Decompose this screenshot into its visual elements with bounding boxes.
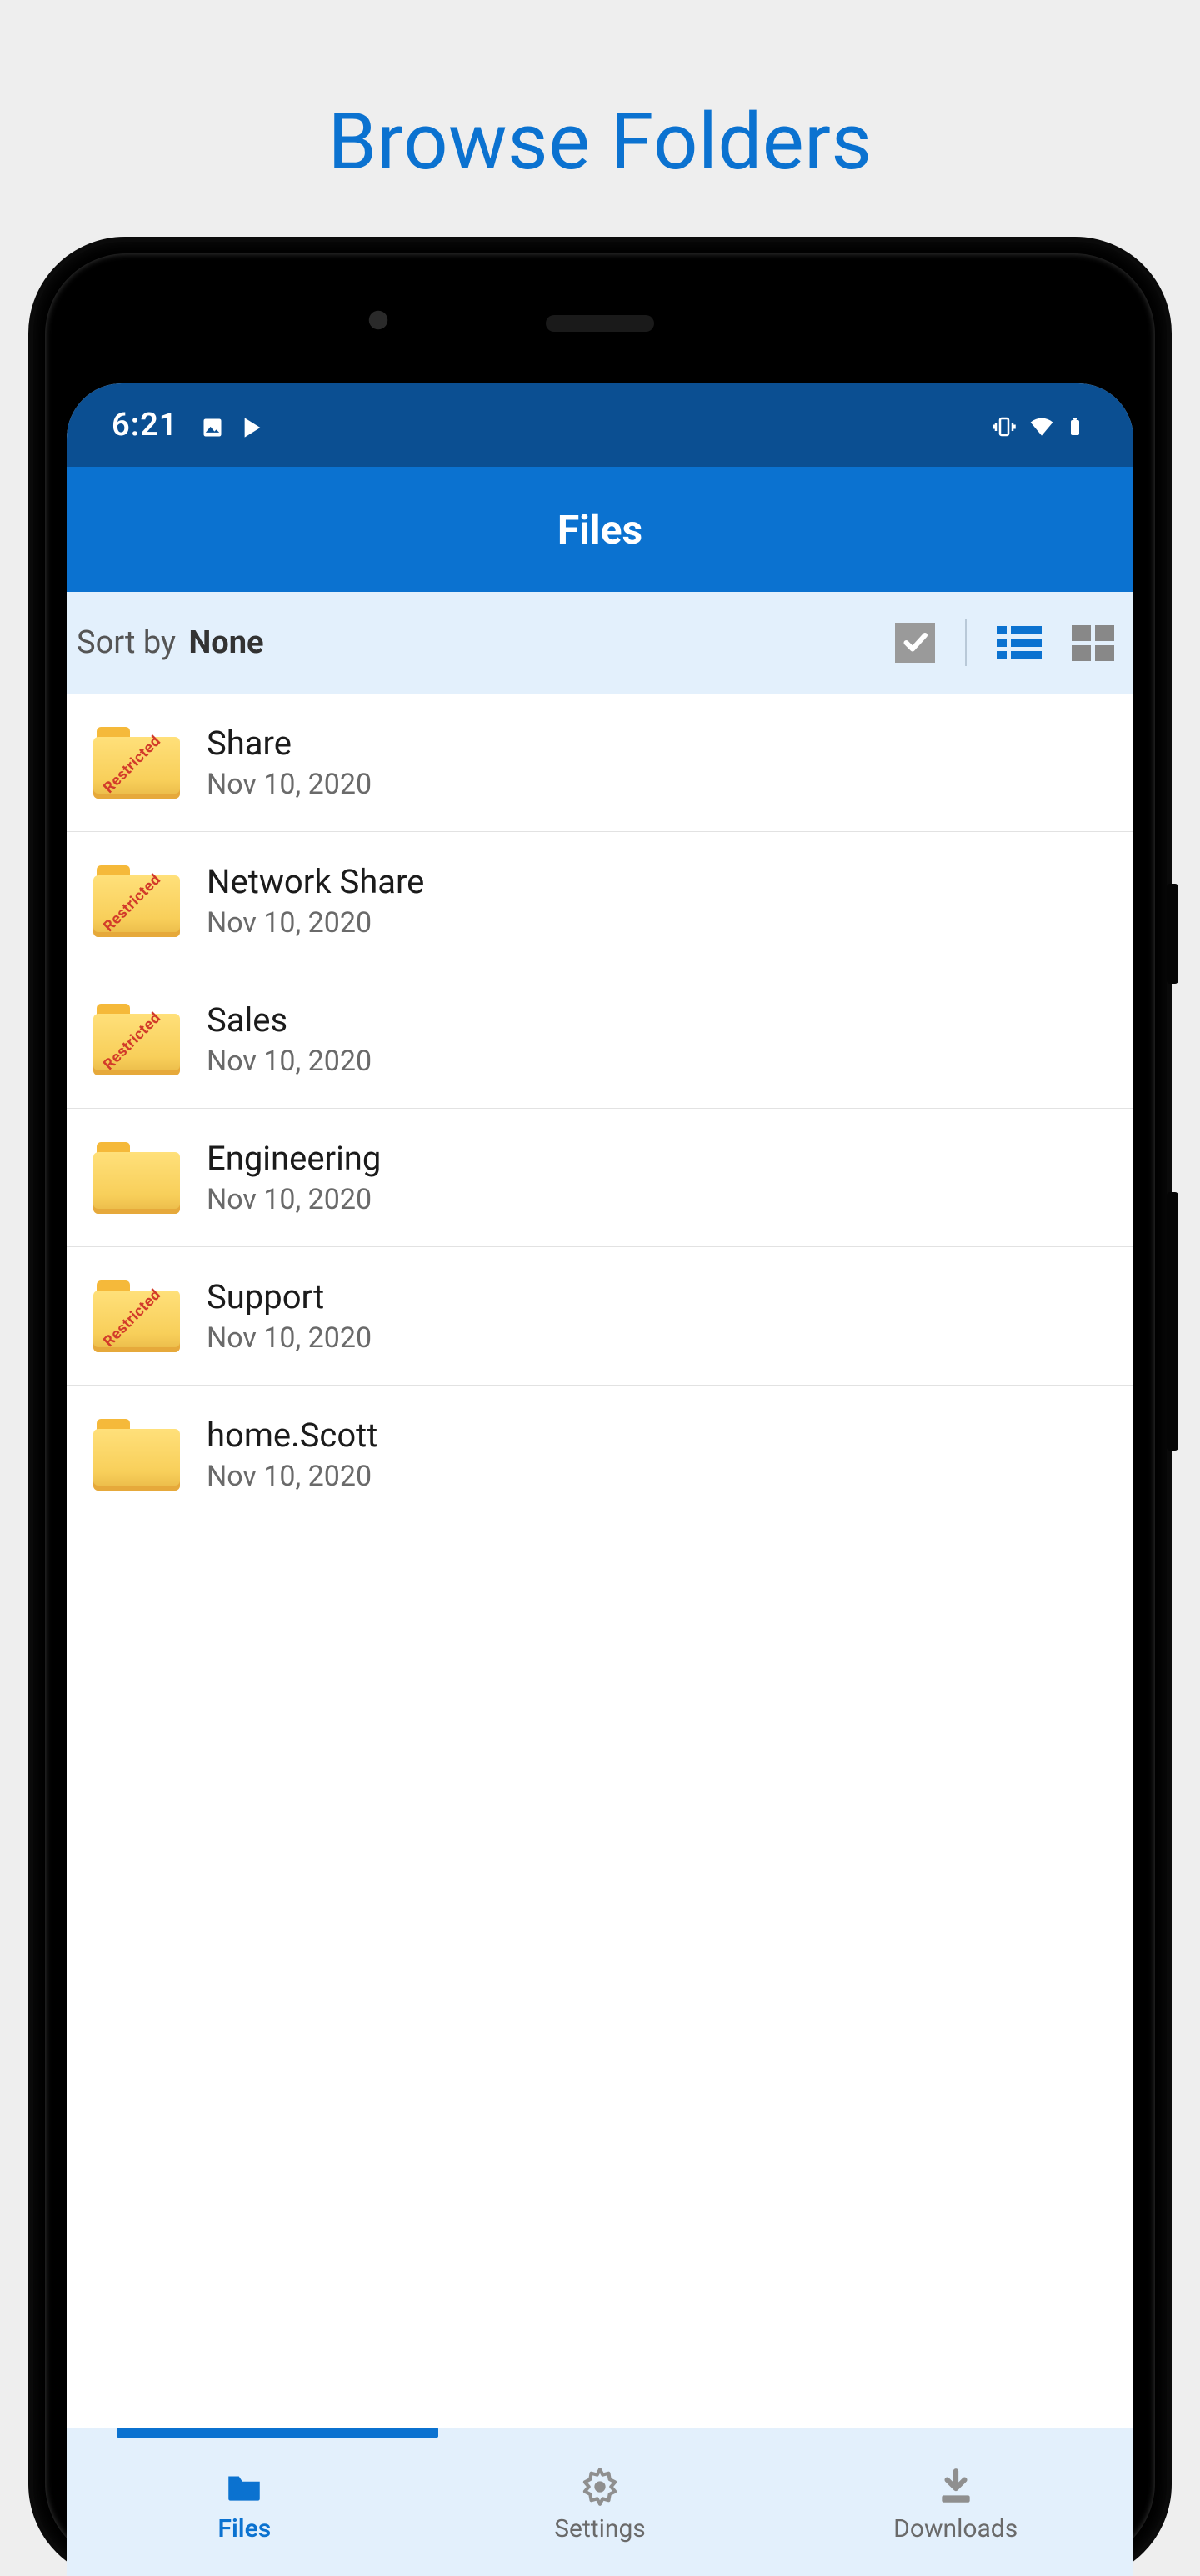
restricted-folder-icon: Restricted bbox=[93, 727, 180, 799]
phone-screen: 6:21 bbox=[67, 383, 1133, 2576]
folder-name: Network Share bbox=[207, 862, 424, 901]
folder-date: Nov 10, 2020 bbox=[207, 906, 424, 940]
phone-frame: 6:21 bbox=[33, 242, 1167, 2576]
battery-icon bbox=[1065, 413, 1088, 437]
folder-icon bbox=[221, 2466, 268, 2508]
folder-row[interactable]: Restricted Sales Nov 10, 2020 bbox=[67, 970, 1133, 1109]
folder-icon bbox=[93, 1142, 180, 1214]
tab-indicator bbox=[117, 2428, 438, 2438]
phone-side-button bbox=[1167, 884, 1178, 984]
grid-view-button[interactable] bbox=[1072, 624, 1117, 661]
bottom-tab-bar: Files Settings Downloads bbox=[67, 2428, 1133, 2576]
folder-row[interactable]: Restricted Network Share Nov 10, 2020 bbox=[67, 832, 1133, 970]
restricted-folder-icon: Restricted bbox=[93, 1280, 180, 1352]
tab-label: Settings bbox=[554, 2514, 646, 2543]
folder-row[interactable]: Restricted Share Nov 10, 2020 bbox=[67, 694, 1133, 832]
download-icon bbox=[932, 2466, 979, 2508]
sort-label: Sort by bbox=[77, 624, 183, 661]
app-bar-title: Files bbox=[558, 506, 642, 554]
status-bar: 6:21 bbox=[67, 383, 1133, 467]
status-time: 6:21 bbox=[112, 407, 178, 444]
promo-title: Browse Folders bbox=[0, 0, 1200, 188]
folder-date: Nov 10, 2020 bbox=[207, 768, 372, 801]
folder-row[interactable]: Engineering Nov 10, 2020 bbox=[67, 1109, 1133, 1247]
multiselect-toggle[interactable] bbox=[895, 623, 935, 663]
folder-list[interactable]: Restricted Share Nov 10, 2020 Restricted Net… bbox=[67, 694, 1133, 2428]
app-bar: Files bbox=[67, 467, 1133, 592]
phone-side-button bbox=[1167, 1192, 1178, 1451]
folder-row[interactable]: home.Scott Nov 10, 2020 bbox=[67, 1386, 1133, 1523]
folder-name: Sales bbox=[207, 1000, 372, 1040]
folder-name: Share bbox=[207, 724, 372, 763]
image-icon bbox=[201, 413, 224, 437]
tab-settings[interactable]: Settings bbox=[422, 2433, 778, 2576]
folder-date: Nov 10, 2020 bbox=[207, 1321, 372, 1355]
restricted-folder-icon: Restricted bbox=[93, 1004, 180, 1075]
folder-name: Support bbox=[207, 1277, 372, 1316]
folder-date: Nov 10, 2020 bbox=[207, 1045, 372, 1078]
list-view-button[interactable] bbox=[997, 624, 1042, 661]
play-store-icon bbox=[241, 413, 264, 437]
wifi-icon bbox=[1028, 413, 1052, 437]
sort-value: None bbox=[188, 624, 263, 661]
folder-date: Nov 10, 2020 bbox=[207, 1460, 378, 1493]
tab-label: Files bbox=[218, 2514, 272, 2543]
toolbar-divider bbox=[965, 619, 967, 666]
sort-button[interactable]: Sort by None bbox=[77, 624, 264, 661]
restricted-folder-icon: Restricted bbox=[93, 865, 180, 937]
folder-row[interactable]: Restricted Support Nov 10, 2020 bbox=[67, 1247, 1133, 1386]
tab-label: Downloads bbox=[893, 2514, 1018, 2543]
gear-icon bbox=[577, 2466, 623, 2508]
tab-downloads[interactable]: Downloads bbox=[778, 2433, 1133, 2576]
folder-date: Nov 10, 2020 bbox=[207, 1183, 381, 1216]
phone-camera bbox=[367, 308, 400, 342]
vibrate-icon bbox=[992, 413, 1015, 437]
tab-files[interactable]: Files bbox=[67, 2433, 422, 2576]
folder-name: Engineering bbox=[207, 1139, 381, 1178]
phone-speaker bbox=[546, 315, 654, 332]
folder-icon bbox=[93, 1419, 180, 1491]
sort-toolbar: Sort by None bbox=[67, 592, 1133, 694]
folder-name: home.Scott bbox=[207, 1416, 378, 1455]
